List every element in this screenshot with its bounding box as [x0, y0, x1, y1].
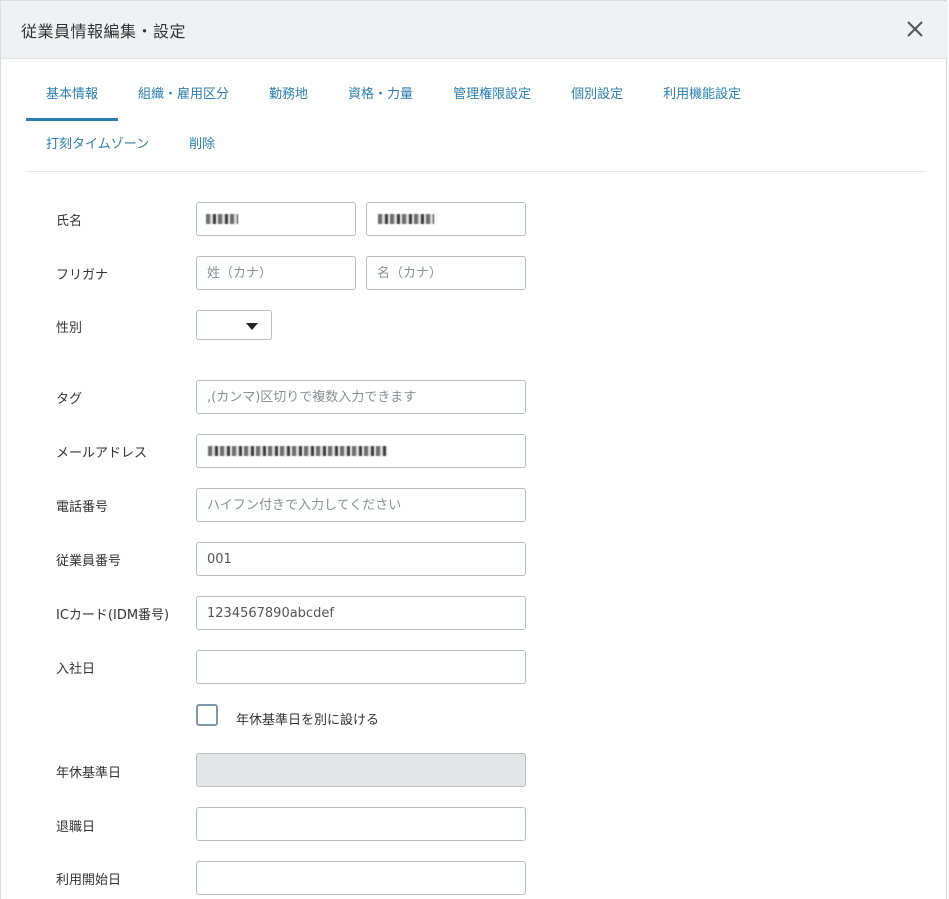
- tab-qualifications[interactable]: 資格・力量: [328, 71, 433, 121]
- tab-basic-info[interactable]: 基本情報: [26, 71, 119, 121]
- tab-individual-settings[interactable]: 個別設定: [551, 71, 643, 121]
- tab-admin-permissions[interactable]: 管理権限設定: [433, 71, 551, 121]
- ic-card-input[interactable]: [196, 596, 526, 630]
- email-wrap: [196, 434, 526, 468]
- ic-card-label: ICカード(IDM番号): [56, 608, 170, 623]
- tab-organization[interactable]: 組織・雇用区分: [118, 71, 249, 121]
- start-date-input[interactable]: [196, 861, 526, 895]
- tabs-divider: [26, 171, 926, 172]
- blurred-text: [206, 214, 238, 224]
- last-name-kana-input[interactable]: [196, 256, 356, 290]
- phone-input[interactable]: [196, 488, 526, 522]
- tab-work-location[interactable]: 勤務地: [249, 71, 328, 121]
- tab-bar: 基本情報 組織・雇用区分 勤務地 資格・力量 管理権限設定 個別設定 利用機能設…: [26, 71, 761, 121]
- join-date-label: 入社日: [56, 662, 96, 677]
- first-name-wrap: [366, 202, 526, 236]
- join-date-input[interactable]: [196, 650, 526, 684]
- start-date-label: 利用開始日: [56, 873, 122, 888]
- dialog-title: 従業員情報編集・設定: [21, 22, 187, 41]
- tag-label: タグ: [56, 392, 83, 407]
- leave-base-date-input: [196, 753, 526, 787]
- tab-delete[interactable]: 削除: [169, 121, 235, 171]
- separate-leave-base-label: 年休基準日を別に設ける: [236, 713, 380, 728]
- last-name-wrap: [196, 202, 356, 236]
- phone-label: 電話番号: [56, 500, 109, 515]
- email-label: メールアドレス: [56, 446, 148, 461]
- leave-base-date-label: 年休基準日: [56, 766, 122, 781]
- tab-bar-row-2: 打刻タイムゾーン 削除: [26, 121, 235, 171]
- furigana-label: フリガナ: [56, 268, 109, 283]
- separate-leave-base-checkbox[interactable]: [196, 704, 218, 726]
- gender-select[interactable]: [196, 310, 272, 340]
- first-name-kana-input[interactable]: [366, 256, 526, 290]
- gender-label: 性別: [56, 321, 83, 336]
- close-icon: [907, 21, 923, 37]
- retire-date-input[interactable]: [196, 807, 526, 841]
- retire-date-label: 退職日: [56, 820, 96, 835]
- dialog-header: 従業員情報編集・設定: [1, 1, 948, 59]
- tab-feature-settings[interactable]: 利用機能設定: [643, 71, 761, 121]
- employee-number-label: 従業員番号: [56, 554, 122, 569]
- employee-number-input[interactable]: [196, 542, 526, 576]
- employee-edit-dialog: 従業員情報編集・設定 基本情報 組織・雇用区分 勤務地 資格・力量 管理権限設定…: [0, 0, 948, 899]
- close-button[interactable]: [901, 15, 929, 43]
- tab-timezone[interactable]: 打刻タイムゾーン: [26, 121, 169, 171]
- caret-down-icon: [246, 323, 258, 330]
- tag-input[interactable]: [196, 380, 526, 414]
- blurred-text: [378, 214, 434, 224]
- blurred-text: [208, 446, 388, 456]
- name-label: 氏名: [56, 214, 83, 229]
